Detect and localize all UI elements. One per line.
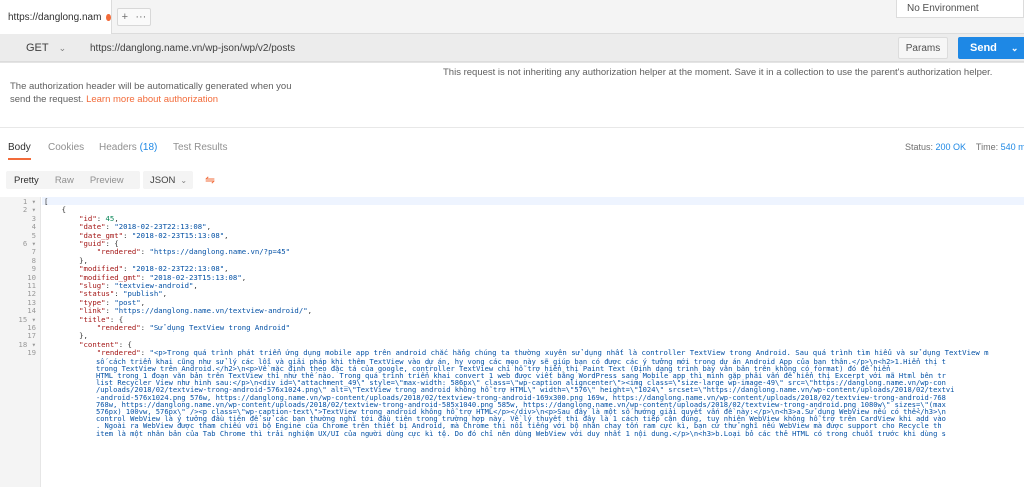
tab-test-results[interactable]: Test Results (173, 138, 227, 160)
response-tabs: Body Cookies Headers (18) Test Results S… (0, 138, 1024, 160)
tab-body[interactable]: Body (8, 138, 31, 160)
learn-more-auth-link[interactable]: Learn more about authorization (86, 94, 218, 105)
tab-headers[interactable]: Headers (18) (99, 138, 157, 160)
more-tabs-icon[interactable]: ··· (135, 11, 146, 23)
auth-note-line2: send the request. (10, 94, 87, 105)
response-body-viewer[interactable]: 1 ▾ 2 ▾ 3 4 5 6 ▾ 7 8 9 10 11 12 13 14 15 ▾… (0, 197, 1024, 487)
authorization-panel: The authorization header will be automat… (0, 62, 1024, 128)
wrap-lines-icon[interactable]: ⇋ (199, 171, 221, 189)
new-tab-button[interactable]: + ··· (117, 8, 151, 26)
params-button[interactable]: Params (898, 37, 948, 59)
tab-headers-label: Headers (99, 142, 137, 153)
url-input[interactable]: https://danglong.name.vn/wp-json/wp/v2/p… (82, 37, 894, 59)
headers-count-badge: (18) (139, 142, 158, 153)
request-tab-label: https://danglong.nam (8, 11, 102, 23)
send-label: Send (970, 42, 997, 54)
method-label: GET (26, 42, 49, 54)
method-select[interactable]: GET ⌄ (14, 37, 78, 59)
response-status: Status: 200 OK Time: 540 ms (905, 142, 1024, 152)
pretty-button[interactable]: Pretty (6, 175, 47, 186)
unsaved-dot-icon (106, 13, 111, 21)
time-value: 540 ms (1000, 142, 1024, 152)
send-chevron-down-icon[interactable]: ⌄ (1011, 43, 1019, 54)
current-line-highlight (42, 197, 1024, 206)
format-chevron-down-icon: ⌄ (180, 175, 188, 185)
auth-helper-note: This request is not inheriting any autho… (443, 67, 993, 78)
auth-note-line1: The authorization header will be automat… (10, 81, 292, 92)
chevron-down-icon: ⌄ (58, 42, 67, 53)
line-number-gutter: 1 ▾ 2 ▾ 3 4 5 6 ▾ 7 8 9 10 11 12 13 14 15 ▾… (0, 197, 41, 487)
auth-divider (0, 62, 1024, 66)
time-label: Time: (975, 142, 999, 152)
format-bar: Pretty Raw Preview JSON ⌄ ⇋ (0, 168, 1024, 192)
code-wrap-line: item là một nhân bản của Tab Chrome thì … (96, 428, 946, 438)
environment-select[interactable]: No Environment (896, 0, 1024, 18)
line-number: 19 (27, 348, 36, 358)
auth-note: The authorization header will be automat… (10, 80, 310, 106)
tab-bar: https://danglong.nam + ··· No Environmen… (0, 0, 1024, 34)
plus-icon: + (121, 11, 129, 23)
preview-button[interactable]: Preview (82, 175, 132, 186)
tab-cookies[interactable]: Cookies (48, 138, 84, 160)
format-type-select[interactable]: JSON ⌄ (143, 171, 193, 189)
format-type-label: JSON (150, 174, 176, 186)
request-tab[interactable]: https://danglong.nam (0, 0, 112, 34)
view-mode-group: Pretty Raw Preview (6, 171, 140, 189)
status-value: 200 OK (935, 142, 967, 152)
content-rendered-wrap: số cách triển khai cũng như sử lý các lỗ… (96, 357, 1016, 438)
raw-button[interactable]: Raw (47, 175, 82, 186)
request-bar: GET ⌄ https://danglong.name.vn/wp-json/w… (0, 34, 1024, 62)
send-button[interactable]: Send ⌄ (958, 37, 1024, 59)
status-label: Status: (905, 142, 934, 152)
